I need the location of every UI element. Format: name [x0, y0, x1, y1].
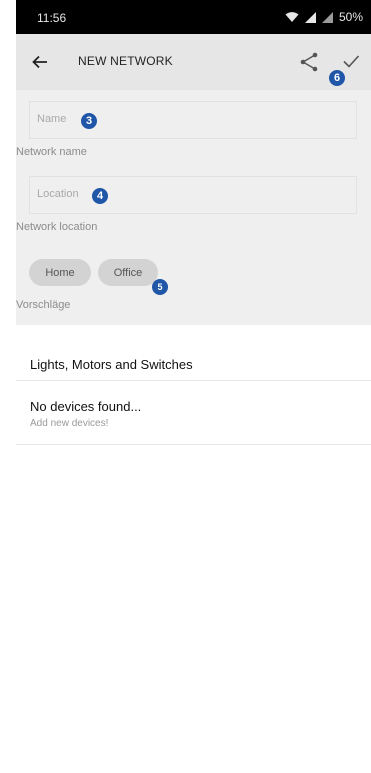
name-helper-text: Network name — [16, 146, 87, 158]
status-bar: 11:56 50% — [16, 0, 371, 34]
suggestion-chip-home[interactable]: Home — [29, 259, 91, 286]
step-badge-6: 6 — [329, 70, 345, 86]
arrow-left-icon[interactable] — [30, 52, 50, 72]
divider — [16, 444, 371, 445]
signal-icon — [304, 11, 316, 23]
suggestions-helper-text: Vorschläge — [16, 299, 71, 311]
share-icon[interactable] — [298, 51, 320, 73]
step-badge-3: 3 — [81, 113, 97, 129]
location-placeholder: Location — [37, 188, 79, 200]
network-location-field[interactable]: Location 4 — [29, 176, 357, 214]
empty-devices-title: No devices found... — [30, 399, 142, 414]
devices-section-title: Lights, Motors and Switches — [30, 357, 193, 372]
empty-devices-subtitle: Add new devices! — [30, 418, 109, 429]
app-screen: 11:56 50% NEW NETWORK 6 Name 3 Network n… — [16, 0, 371, 773]
suggestion-chip-office[interactable]: Office — [98, 259, 158, 286]
battery-level: 50% — [338, 10, 363, 24]
step-badge-4: 4 — [92, 188, 108, 204]
toolbar: NEW NETWORK 6 — [16, 34, 371, 90]
divider — [16, 380, 371, 381]
page-title: NEW NETWORK — [78, 54, 173, 68]
status-icons: 50% — [285, 10, 363, 24]
step-badge-5: 5 — [152, 279, 168, 295]
name-placeholder: Name — [37, 113, 67, 125]
status-time: 11:56 — [37, 11, 67, 25]
network-form-panel: NEW NETWORK 6 Name 3 Network name Locati… — [16, 34, 371, 325]
wifi-icon — [285, 11, 299, 22]
check-icon[interactable] — [341, 51, 361, 71]
location-helper-text: Network location — [16, 221, 98, 233]
network-name-field[interactable]: Name 3 — [29, 101, 357, 139]
signal-icon-secondary — [321, 11, 333, 23]
